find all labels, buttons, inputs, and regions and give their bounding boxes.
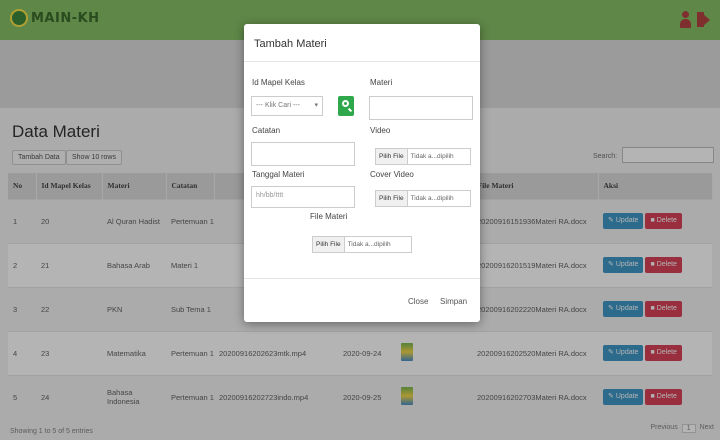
- tambah-materi-modal: Tambah Materi Id Mapel Kelas --- Klik Ca…: [244, 24, 480, 322]
- no-file-text: Tidak a...dipilih: [410, 153, 454, 160]
- no-file-text: Tidak a...dipilih: [410, 195, 454, 202]
- video-label: Video: [370, 126, 391, 135]
- search-button[interactable]: [338, 96, 354, 116]
- choose-file-button[interactable]: Pilih File: [376, 191, 408, 206]
- modal-footer: Close Simpan: [244, 278, 480, 322]
- id-mapel-select[interactable]: --- Klik Cari --- ▾: [251, 96, 323, 116]
- no-file-text: Tidak a...dipilih: [347, 241, 391, 248]
- tanggal-label: Tanggal Materi: [252, 170, 305, 179]
- materi-file-input[interactable]: Pilih File Tidak a...dipilih: [312, 236, 412, 253]
- choose-file-button[interactable]: Pilih File: [313, 237, 345, 252]
- tanggal-placeholder: hh/bb/tttt: [256, 192, 284, 199]
- tanggal-input[interactable]: hh/bb/tttt: [251, 186, 355, 208]
- catatan-input[interactable]: [251, 142, 355, 166]
- search-icon: [342, 100, 349, 107]
- id-mapel-label: Id Mapel Kelas: [252, 78, 305, 87]
- cover-video-label: Cover Video: [370, 170, 414, 179]
- select-value: --- Klik Cari ---: [256, 102, 300, 109]
- choose-file-button[interactable]: Pilih File: [376, 149, 408, 164]
- materi-input[interactable]: [369, 96, 473, 120]
- close-button[interactable]: Close: [408, 297, 428, 306]
- file-materi-label: File Materi: [310, 212, 348, 221]
- materi-label: Materi: [370, 78, 393, 87]
- catatan-label: Catatan: [252, 126, 281, 135]
- cover-file-input[interactable]: Pilih File Tidak a...dipilih: [375, 190, 471, 207]
- save-button[interactable]: Simpan: [440, 297, 467, 306]
- video-file-input[interactable]: Pilih File Tidak a...dipilih: [375, 148, 471, 165]
- modal-title: Tambah Materi: [244, 24, 480, 62]
- caret-down-icon: ▾: [314, 102, 318, 109]
